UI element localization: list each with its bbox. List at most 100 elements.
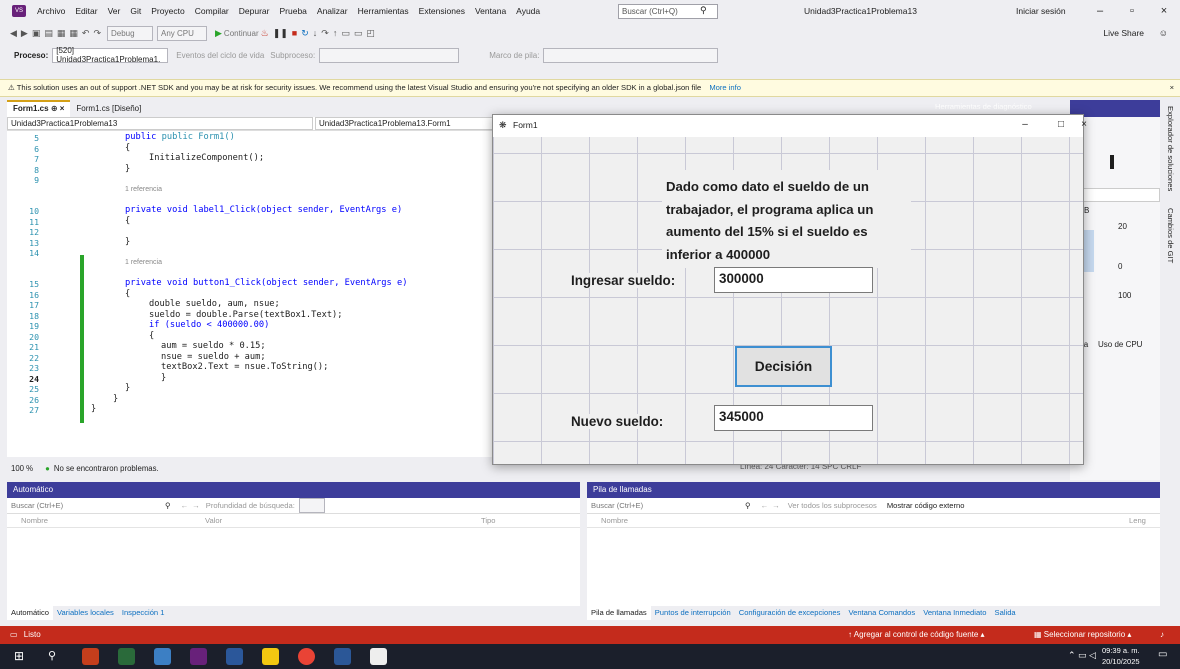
restore-icon[interactable]: ▫ [1116,0,1148,22]
explorer-icon[interactable] [154,648,171,665]
menu-prueba[interactable]: Prueba [274,0,311,22]
menu-compilar[interactable]: Compilar [190,0,234,22]
class-nav-select[interactable]: Unidad3Practica1Problema13.Form1 [315,117,505,130]
save-icon[interactable]: ▦ [57,28,66,39]
form-close-icon[interactable]: × [1079,115,1089,135]
chrome-icon[interactable] [298,648,315,665]
back-icon[interactable]: ← [761,501,769,510]
diag-icon[interactable]: ▭ [341,28,350,39]
form-minimize-icon[interactable]: – [1007,115,1043,135]
solution-explorer-tab[interactable]: Explorador de soluciones [1166,106,1175,191]
menu-ayuda[interactable]: Ayuda [511,0,545,22]
step-out-icon[interactable]: ↑ [333,28,338,38]
forward-icon[interactable]: → [772,501,780,510]
menu-ventana[interactable]: Ventana [470,0,511,22]
notification-center-icon[interactable]: ▭ [1158,649,1167,660]
config-select[interactable]: Debug [107,25,153,41]
autos-search-input[interactable]: Buscar (Ctrl+E) [11,501,161,510]
powerpoint-icon[interactable] [82,648,99,665]
repo-button[interactable]: ▦ Seleccionar repositorio ▴ [1034,626,1131,644]
menu-herramientas[interactable]: Herramientas [353,0,414,22]
problems-status[interactable]: No se encontraron problemas. [54,464,159,473]
sql-icon[interactable] [118,648,135,665]
callstack-search-input[interactable]: Buscar (Ctrl+E) [591,501,741,510]
more-info-link[interactable]: More info [709,83,741,92]
close-icon[interactable]: × [1148,0,1180,22]
hot-reload-icon[interactable]: ♨ [261,28,269,39]
salary-input[interactable]: 300000 [714,267,873,293]
vs-logo-icon[interactable]: VS [12,5,26,17]
all-threads-button[interactable]: Ver todos los subprocesos [788,501,877,510]
close-tab-icon[interactable]: × [60,104,65,113]
word-icon[interactable] [334,648,351,665]
menu-git[interactable]: Git [125,0,146,22]
reference-count[interactable]: 1 referencia [125,186,162,193]
close-warning-icon[interactable]: × [1170,80,1174,96]
col-name[interactable]: Nombre [601,516,1129,525]
save-all-icon[interactable]: ▦ [69,28,78,39]
tab-form1-design[interactable]: Form1.cs [Diseño] [70,100,148,117]
continue-icon[interactable]: ▶ [215,28,222,39]
tray-icons[interactable]: ⌃ ▭ ◁ [1068,650,1096,661]
col-type[interactable]: Tipo [481,516,496,525]
clock-date[interactable]: 20/10/2025 [1102,657,1140,666]
zoom-select[interactable]: 100 % [11,464,33,473]
step-over-icon[interactable]: ↷ [321,28,329,39]
menu-proyecto[interactable]: Proyecto [146,0,190,22]
clock-time[interactable]: 09:39 a. m. [1102,646,1140,655]
powerbi-icon[interactable] [262,648,279,665]
minimize-icon[interactable]: – [1084,0,1116,22]
tab-breakpoints[interactable]: Puntos de interrupción [651,606,735,620]
sign-in-link[interactable]: Iniciar sesión [1016,0,1066,22]
back-icon[interactable]: ◀ [10,28,17,39]
reference-count[interactable]: 1 referencia [125,259,162,266]
notifications-icon[interactable]: ♪ [1160,626,1164,644]
continue-button[interactable]: Continuar [224,29,259,38]
col-name[interactable]: Nombre [21,516,205,525]
restart-icon[interactable]: ↻ [301,28,309,39]
open-icon[interactable]: ▤ [44,28,53,39]
diag-tab-cpu[interactable]: Uso de CPU [1098,340,1142,349]
decision-button[interactable]: Decisión [735,346,832,387]
redo-icon[interactable]: ↷ [93,28,101,39]
forward-icon[interactable]: ▶ [21,28,28,39]
tab-callstack[interactable]: Pila de llamadas [587,606,651,620]
breakpoint-icon[interactable]: ▭ [354,28,363,39]
step-into-icon[interactable]: ↓ [313,28,318,38]
menu-depurar[interactable]: Depurar [234,0,275,22]
search-icon[interactable]: ⚲ [48,648,65,665]
menu-editar[interactable]: Editar [70,0,102,22]
visual-studio-icon[interactable] [190,648,207,665]
menu-analizar[interactable]: Analizar [312,0,353,22]
menu-extensiones[interactable]: Extensiones [414,0,470,22]
bookmark-icon[interactable]: ◰ [366,28,375,39]
tab-watch[interactable]: Inspección 1 [118,606,169,620]
lifecycle-events[interactable]: Eventos del ciclo de vida [176,51,264,60]
tab-form1-cs[interactable]: Form1.cs ⊕ × [7,100,71,117]
tab-locals[interactable]: Variables locales [53,606,118,620]
form-app-icon[interactable] [370,648,387,665]
code-editor[interactable]: 5 6 7 8 9 10 11 12 13 14 15 16 17 18 19 … [7,131,507,457]
col-language[interactable]: Leng [1129,516,1146,525]
forward-icon[interactable]: → [192,501,200,510]
tab-immediate[interactable]: Ventana Inmediato [919,606,990,620]
pause-icon[interactable]: ❚❚ [273,28,288,39]
stack-frame-select[interactable] [543,47,719,63]
process-select[interactable]: [520] Unidad3Practica1Problema1. [52,46,169,64]
platform-select[interactable]: Any CPU [157,25,207,41]
menu-archivo[interactable]: Archivo [32,0,70,22]
depth-select[interactable] [298,498,325,513]
back-icon[interactable]: ← [181,501,189,510]
external-code-button[interactable]: Mostrar código externo [887,501,965,510]
pin-icon[interactable]: ⊕ [51,104,58,113]
col-value[interactable]: Valor [205,516,481,525]
tab-exceptions[interactable]: Configuración de excepciones [735,606,845,620]
photos-icon[interactable] [226,648,243,665]
source-control-button[interactable]: ↑ Agregar al control de código fuente ▴ [848,626,985,644]
tab-autos[interactable]: Automático [7,606,53,620]
live-share-button[interactable]: Live Share [1103,22,1144,44]
form-maximize-icon[interactable]: □ [1043,115,1079,135]
stop-icon[interactable]: ■ [292,28,297,38]
new-project-icon[interactable]: ▣ [32,28,41,39]
git-changes-tab[interactable]: Cambios de GIT [1166,208,1175,263]
